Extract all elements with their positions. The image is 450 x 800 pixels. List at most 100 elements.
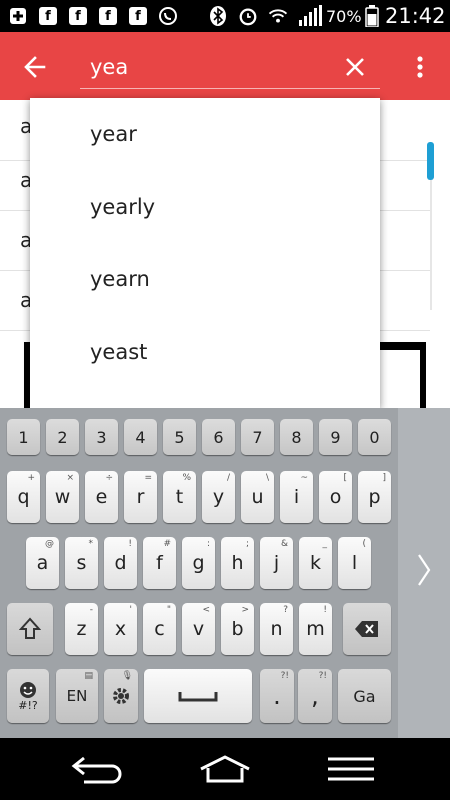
settings-key[interactable]: 🎙 [104,669,138,723]
back-nav-icon[interactable] [70,754,126,784]
key-z[interactable]: -z [65,603,98,655]
scrollbar-thumb[interactable] [427,142,434,180]
suggestion-item[interactable]: yeast [30,318,380,390]
key-v[interactable]: < v [182,603,215,655]
whatsapp-icon [158,6,178,26]
key-b[interactable]: > b [221,603,254,655]
search-input[interactable]: yea [90,52,128,82]
backspace-key[interactable] [343,603,391,655]
key-symbol: % [182,473,191,483]
gear-icon [113,688,129,704]
key-r[interactable]: = r [124,471,157,523]
clear-search-button[interactable] [342,54,368,80]
key-8[interactable]: 8 [280,419,313,455]
key-symbol: ] [382,473,386,483]
key-symbol: \ [265,473,269,483]
key-1[interactable]: 1 [7,419,40,455]
key-e[interactable]: ÷ e [85,471,118,523]
key-p[interactable]: ] p [358,471,391,523]
key-letter: r [136,486,145,508]
key-x[interactable]: ' x [104,603,137,655]
menu-nav-icon[interactable] [328,756,374,782]
key-g[interactable]: :g [182,537,215,589]
expand-keyboard-button[interactable] [412,552,436,592]
key-symbol: + [27,473,35,483]
key-symbol: / [226,473,230,483]
symbols-key-label: #!? [18,698,38,712]
signal-icon [298,5,322,26]
key-s[interactable]: * s [65,537,98,589]
comma-key[interactable]: ?! , [298,669,332,723]
language-key[interactable]: ▤ EN [56,669,98,723]
key-letter: l [351,552,358,574]
key-symbol: * [88,539,94,549]
key-f[interactable]: # f [143,537,176,589]
key-letter: f [156,552,163,574]
more-options-button[interactable] [410,52,430,82]
language-key-label: EN [66,687,88,705]
wifi-icon [268,6,288,26]
key-symbol: _ [322,539,328,549]
key-letter: x [114,618,127,640]
shift-arrow-icon [19,617,41,639]
back-button[interactable] [20,52,50,82]
key-letter: k [309,552,321,574]
key-y[interactable]: / y [202,471,235,523]
key-i[interactable]: ~ i [280,471,313,523]
facebook-icon: f [98,6,118,26]
comma-key-label: , [311,682,319,710]
key-9[interactable]: 9 [319,419,352,455]
key-l[interactable]: (l [338,537,371,589]
key-d[interactable]: ! d [104,537,137,589]
key-q[interactable]: + q [7,471,40,523]
plus-notification-icon [8,6,28,26]
shift-key[interactable] [7,603,53,655]
go-key[interactable]: Ga [338,669,391,723]
key-m[interactable]: ! m [299,603,332,655]
key-symbol: ! [128,539,132,549]
battery-icon [362,5,382,27]
key-3[interactable]: 3 [85,419,118,455]
key-w[interactable]: × w [46,471,79,523]
key-4[interactable]: 4 [124,419,157,455]
key-letter: b [231,618,244,640]
key-c[interactable]: " c [143,603,176,655]
key-letter: h [231,552,244,574]
key-letter: m [306,618,325,640]
key-j[interactable]: & j [260,537,293,589]
key-letter: v [192,618,205,640]
key-h[interactable]: ; h [221,537,254,589]
suggestion-item[interactable]: yearly [30,173,380,245]
key-symbol: = [144,473,152,483]
key-symbol: × [66,473,74,483]
space-key[interactable] [144,669,252,723]
key-5[interactable]: 5 [163,419,196,455]
period-key[interactable]: ?! . [260,669,294,723]
key-letter: g [192,552,205,574]
battery-percent: 70% [326,7,362,26]
key-t[interactable]: % t [163,471,196,523]
key-7[interactable]: 7 [241,419,274,455]
key-a[interactable]: @ a [26,537,59,589]
key-symbol: ÷ [105,473,113,483]
arrow-left-icon [24,56,46,78]
facebook-icon: f [128,6,148,26]
key-6[interactable]: 6 [202,419,235,455]
bluetooth-icon [208,6,228,26]
key-0[interactable]: 0 [358,419,391,455]
key-n[interactable]: ? n [260,603,293,655]
key-2[interactable]: 2 [46,419,79,455]
key-o[interactable]: [o [319,471,352,523]
key-letter: e [95,486,108,508]
home-nav-icon[interactable] [198,754,252,784]
close-icon [346,58,364,76]
navigation-bar [0,738,450,800]
suggestion-dropdown: year yearly yearn yeast [30,98,380,408]
key-symbol: & [280,539,288,549]
suggestion-item[interactable]: yearn [30,245,380,317]
symbols-key[interactable]: #!? [7,669,49,723]
key-k[interactable]: _ k [299,537,332,589]
key-u[interactable]: \ u [241,471,274,523]
suggestion-item[interactable]: year [30,100,380,172]
key-symbol: > [241,605,249,615]
